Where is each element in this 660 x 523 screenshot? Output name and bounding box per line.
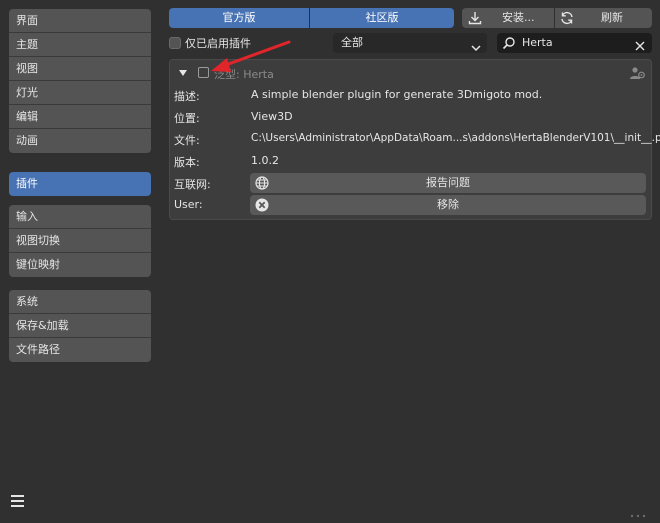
version-value: 1.0.2 — [251, 154, 279, 167]
sidebar-item-keymap[interactable]: 键位映射 — [9, 253, 151, 277]
description-label: 描述: — [174, 90, 200, 103]
sidebar-item-input[interactable]: 输入 — [9, 205, 151, 229]
location-value: View3D — [251, 110, 293, 123]
sidebar-item-animation[interactable]: 动画 — [9, 129, 151, 153]
sidebar-item-navigation[interactable]: 视图切换 — [9, 229, 151, 253]
category-dropdown[interactable]: 全部 — [333, 33, 487, 53]
sidebar-item-save-load[interactable]: 保存&加载 — [9, 314, 151, 338]
install-button[interactable]: 安装... — [462, 8, 554, 28]
tab-official[interactable]: 官方版 — [169, 8, 309, 28]
location-label: 位置: — [174, 112, 200, 125]
remove-button[interactable]: 移除 — [250, 195, 646, 215]
refresh-icon — [559, 10, 575, 26]
annotation-arrow — [205, 38, 295, 78]
remove-icon — [254, 197, 270, 220]
file-label: 文件: — [174, 134, 200, 147]
install-label: 安装... — [502, 11, 535, 24]
category-value: 全部 — [341, 36, 363, 49]
internet-label: 互联网: — [174, 178, 211, 191]
description-value: A simple blender plugin for generate 3Dm… — [251, 88, 543, 101]
refresh-label: 刷新 — [601, 11, 623, 24]
version-label: 版本: — [174, 156, 200, 169]
remove-label: 移除 — [437, 198, 459, 211]
sidebar-group-general: 界面 主题 视图 灯光 编辑 动画 — [9, 9, 151, 153]
report-bug-label: 报告问题 — [426, 176, 470, 189]
sidebar-item-system[interactable]: 系统 — [9, 290, 151, 314]
user-label: User: — [174, 198, 203, 211]
user-icon — [629, 66, 645, 80]
refresh-button[interactable]: 刷新 — [555, 8, 652, 28]
sidebar-item-viewport[interactable]: 视图 — [9, 57, 151, 81]
expand-triangle-icon[interactable] — [178, 68, 188, 78]
menu-icon[interactable] — [10, 494, 26, 508]
chevron-down-icon — [471, 39, 481, 59]
enabled-only-checkbox[interactable] — [169, 37, 181, 49]
sidebar-group-system: 系统 保存&加载 文件路径 — [9, 290, 151, 362]
clear-search-icon[interactable] — [635, 38, 645, 58]
sidebar-item-lights[interactable]: 灯光 — [9, 81, 151, 105]
file-value: C:\Users\Administrator\AppData\Roam...s\… — [251, 132, 660, 144]
sidebar-item-file-paths[interactable]: 文件路径 — [9, 338, 151, 362]
search-value: Herta — [522, 36, 553, 49]
tab-community[interactable]: 社区版 — [310, 8, 454, 28]
report-bug-button[interactable]: 报告问题 — [250, 173, 646, 193]
sidebar-group-addons: 插件 — [9, 172, 151, 196]
search-input[interactable]: Herta — [497, 33, 652, 53]
sidebar-item-interface[interactable]: 界面 — [9, 9, 151, 33]
resize-grip-icon[interactable] — [628, 510, 648, 518]
download-icon — [467, 10, 483, 26]
sidebar-item-themes[interactable]: 主题 — [9, 33, 151, 57]
search-icon — [502, 36, 516, 57]
sidebar-item-editing[interactable]: 编辑 — [9, 105, 151, 129]
sidebar-item-addons[interactable]: 插件 — [9, 172, 151, 196]
sidebar-group-input: 输入 视图切换 键位映射 — [9, 205, 151, 277]
